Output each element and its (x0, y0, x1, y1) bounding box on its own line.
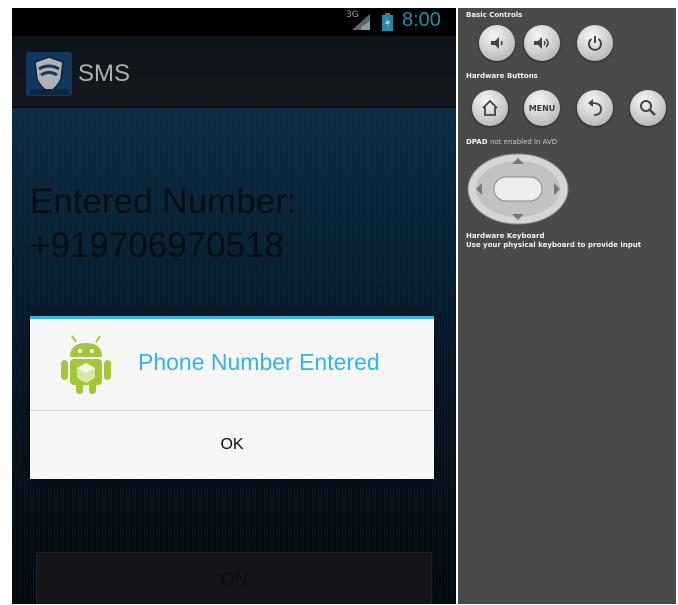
menu-button[interactable]: MENU (524, 90, 560, 126)
dialog-title: Phone Number Entered (138, 349, 380, 375)
hardware-keyboard-section: Hardware Keyboard Use your physical keyb… (466, 232, 641, 250)
volume-down-icon (491, 37, 503, 49)
menu-button-label: MENU (528, 103, 556, 113)
android-robot-icon (61, 335, 111, 394)
dpad-heading-label: DPAD (466, 138, 488, 146)
home-button[interactable] (472, 90, 508, 126)
power-icon (588, 36, 602, 51)
hardware-buttons-heading: Hardware Buttons (466, 72, 538, 80)
back-button[interactable] (577, 90, 613, 126)
search-button[interactable] (630, 90, 666, 126)
search-icon (640, 100, 656, 116)
hardware-keyboard-heading: Hardware Keyboard (466, 232, 545, 240)
volume-up-icon (534, 37, 549, 49)
dpad-control[interactable] (466, 152, 570, 226)
basic-controls-heading: Basic Controls (466, 11, 523, 19)
power-button[interactable] (577, 25, 613, 61)
home-icon (482, 99, 498, 116)
volume-up-button[interactable] (524, 25, 560, 61)
back-icon (588, 99, 602, 116)
hardware-keyboard-note: Use your physical keyboard to provide in… (466, 241, 642, 249)
dpad-heading: DPAD not enabled in AVD (466, 138, 557, 146)
emulator-controls-panel: Basic Controls Hardware Buttons MENU DPA… (458, 8, 676, 604)
dialog-scrim (12, 8, 456, 604)
ok-button[interactable]: OK (30, 411, 434, 479)
volume-down-button[interactable] (479, 25, 515, 61)
dpad-disabled-note: not enabled in AVD (489, 138, 558, 146)
phone-screen: 3G 8:00 SMS Entered Number: +91970697051… (12, 8, 456, 604)
alert-dialog: Phone Number Entered OK (30, 316, 434, 479)
